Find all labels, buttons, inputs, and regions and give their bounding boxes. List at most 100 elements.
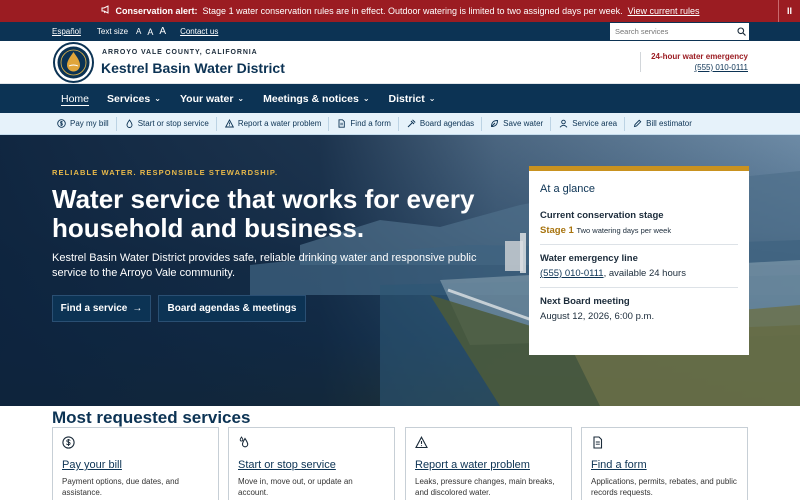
user-icon [559, 119, 568, 128]
quick-link-bill-estimator[interactable]: Bill estimator [624, 116, 699, 131]
hero-title: Water service that works for every house… [52, 184, 475, 243]
text-size-large-button[interactable]: A [159, 26, 166, 37]
quick-link-label: Service area [572, 119, 618, 128]
emergency-contact: 24-hour water emergency (555) 010-0111 [640, 52, 748, 72]
nav-district-label: District [388, 92, 425, 105]
at-a-glance-panel: At a glance Current conservation stage S… [529, 166, 749, 355]
conservation-alert-bar: Conservation alert: Stage 1 water conser… [0, 0, 800, 22]
district-name[interactable]: Kestrel Basin Water District [101, 60, 285, 76]
hero-eyebrow: RELIABLE WATER. RESPONSIBLE STEWARDSHIP. [52, 168, 279, 177]
glance-stage-note: Two watering days per week [576, 226, 672, 235]
find-service-label: Find a service [60, 303, 128, 314]
megaphone-icon [101, 5, 111, 17]
gavel-icon [407, 119, 416, 128]
utility-bar: Español Text size A A A Contact us [0, 22, 800, 41]
pencil-icon [633, 119, 642, 128]
service-card-desc: Leaks, pressure changes, main breaks, an… [415, 477, 555, 497]
quick-link-find-form[interactable]: Find a form [328, 116, 397, 131]
water-drops-icon [239, 436, 249, 448]
quick-link-label: Board agendas [419, 119, 475, 128]
quick-link-report-problem[interactable]: Report a water problem [215, 116, 329, 131]
dollar-icon [62, 436, 75, 449]
glance-line-label: Water emergency line [540, 253, 638, 264]
arrow-right-icon: → [132, 303, 143, 314]
find-service-button[interactable]: Find a service → [52, 295, 151, 322]
text-size-small-button[interactable]: A [136, 27, 141, 36]
water-drop-icon [126, 119, 133, 128]
document-icon [338, 119, 346, 128]
service-card-desc: Applications, permits, rebates, and publ… [591, 477, 737, 497]
warning-icon [415, 436, 428, 449]
view-rules-link[interactable]: View current rules [628, 6, 700, 16]
warning-icon [224, 119, 234, 128]
service-card-pay-bill[interactable]: Pay your bill Payment options, due dates… [52, 427, 219, 500]
main-navigation: Home Services ⌄ Your water ⌄ Meetings & no… [0, 84, 800, 113]
quick-link-board-agendas[interactable]: Board agendas [397, 116, 481, 131]
service-card-desc: Move in, move out, or update an account. [238, 477, 353, 497]
pause-alert-button[interactable]: II [778, 0, 800, 22]
district-logo-icon[interactable] [53, 42, 94, 83]
nav-home[interactable]: Home [61, 93, 89, 105]
glance-line-note: , available 24 hours [603, 268, 686, 279]
quick-link-service-area[interactable]: Service area [550, 116, 624, 131]
nav-your-water[interactable]: Your water ⌄ [180, 93, 244, 105]
service-card-report-problem[interactable]: Report a water problem Leaks, pressure c… [405, 427, 572, 500]
quick-link-start-stop[interactable]: Start or stop service [115, 116, 216, 131]
nav-services-label: Services [107, 92, 151, 105]
text-size-label: Text size [96, 27, 129, 36]
quick-links-bar: Pay my bill Start or stop service Report… [0, 113, 800, 135]
site-header: ARROYO VALE COUNTY, CALIFORNIA Kestrel B… [0, 41, 800, 84]
glance-title: At a glance [540, 183, 596, 195]
quick-link-pay-bill[interactable]: Pay my bill [52, 117, 116, 131]
search-icon[interactable] [733, 27, 749, 36]
quick-link-label: Start or stop service [137, 119, 209, 128]
service-card-find-form[interactable]: Find a form Applications, permits, rebat… [581, 427, 748, 500]
board-agendas-button[interactable]: Board agendas & meetings [158, 295, 306, 322]
chevron-down-icon: ⌄ [428, 94, 436, 103]
quick-link-label: Bill estimator [646, 119, 692, 128]
quick-link-label: Save water [503, 119, 544, 128]
glance-stage-label: Current conservation stage [540, 210, 664, 221]
contact-us-link[interactable]: Contact us [180, 27, 218, 36]
quick-link-label: Pay my bill [70, 119, 109, 128]
hero-section: RELIABLE WATER. RESPONSIBLE STEWARDSHIP.… [0, 135, 800, 406]
glance-meeting-value: August 12, 2026, 6:00 p.m. [540, 311, 655, 322]
chevron-down-icon: ⌄ [362, 94, 370, 103]
glance-line-phone[interactable]: (555) 010-0111 [540, 268, 604, 279]
glance-emergency: Water emergency line (555) 010-0111, ava… [540, 253, 738, 288]
quick-link-save-water[interactable]: Save water [481, 116, 550, 131]
nav-meetings[interactable]: Meetings & notices ⌄ [263, 93, 369, 105]
chevron-down-icon: ⌄ [237, 94, 245, 103]
emergency-label: 24-hour water emergency [651, 52, 748, 61]
document-icon [593, 436, 603, 449]
search-box [610, 23, 749, 40]
service-card-start-stop[interactable]: Start or stop service Move in, move out,… [228, 427, 395, 500]
nav-district[interactable]: District ⌄ [389, 93, 436, 105]
service-card-desc: Payment options, due dates, and assistan… [62, 477, 179, 497]
nav-your-water-label: Your water [179, 92, 234, 105]
services-title: Most requested services [52, 408, 251, 427]
quick-link-label: Report a water problem [237, 119, 322, 128]
service-card-title[interactable]: Start or stop service [238, 459, 385, 471]
espanol-link[interactable]: Español [52, 27, 81, 36]
leaf-icon [491, 120, 499, 127]
nav-meetings-label: Meetings & notices [263, 92, 359, 105]
quick-link-label: Find a form [350, 119, 391, 128]
nav-services[interactable]: Services ⌄ [107, 93, 161, 105]
chevron-down-icon: ⌄ [154, 94, 161, 103]
glance-meeting: Next Board meeting August 12, 2026, 6:00… [540, 296, 738, 330]
service-card-title[interactable]: Report a water problem [415, 459, 562, 471]
search-input[interactable] [610, 24, 733, 39]
glance-conservation: Current conservation stage Stage 1 Two w… [540, 210, 738, 245]
dollar-icon [57, 119, 66, 128]
service-card-title[interactable]: Find a form [591, 459, 738, 471]
hero-subtitle: Kestrel Basin Water District provides sa… [52, 252, 477, 279]
text-size-medium-button[interactable]: A [147, 27, 153, 37]
alert-message: Stage 1 water conservation rules are in … [202, 6, 623, 16]
county-name: ARROYO VALE COUNTY, CALIFORNIA [102, 49, 258, 56]
glance-meeting-label: Next Board meeting [540, 296, 630, 307]
glance-stage-value: Stage 1 [540, 225, 574, 236]
emergency-phone-link[interactable]: (555) 010-0111 [651, 63, 748, 72]
service-card-title[interactable]: Pay your bill [62, 459, 209, 471]
alert-label: Conservation alert: [115, 6, 198, 16]
